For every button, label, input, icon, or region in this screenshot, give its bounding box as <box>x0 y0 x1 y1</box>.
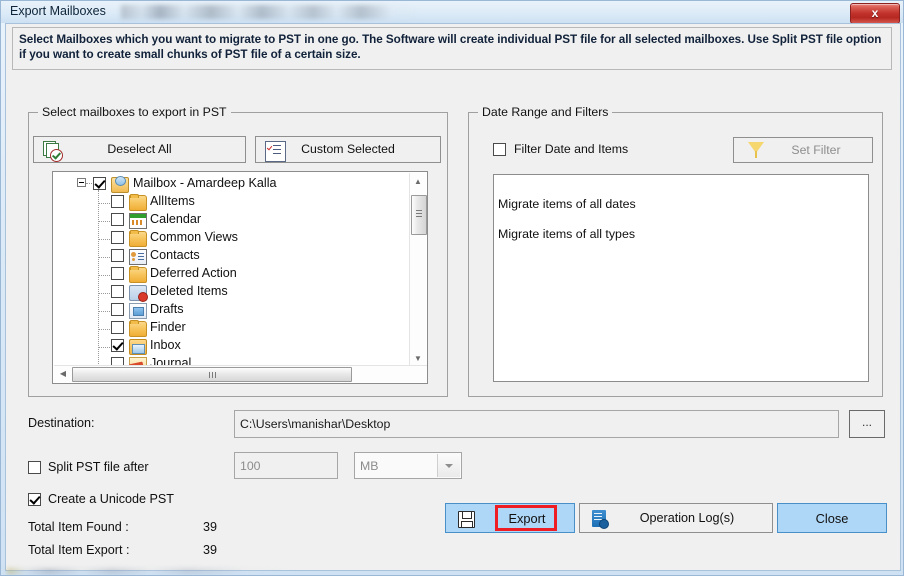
filter-date-and-items-checkbox[interactable] <box>493 143 506 156</box>
total-item-found-label: Total Item Found : <box>28 520 129 534</box>
close-window-button[interactable]: x <box>850 3 900 24</box>
tree-checkbox[interactable] <box>111 195 124 208</box>
deselect-all-button[interactable]: Deselect All <box>33 136 246 163</box>
instruction-text: Select Mailboxes which you want to migra… <box>19 33 882 61</box>
tree-row-label: Deleted Items <box>150 284 228 298</box>
mailbox-icon <box>111 176 129 193</box>
tree-row[interactable]: Common Views <box>53 229 413 247</box>
folder-icon <box>129 230 147 247</box>
export-label: Export <box>508 511 546 526</box>
filter-date-and-items-label: Filter Date and Items <box>514 142 629 156</box>
redacted-title-suffix <box>121 5 421 19</box>
folder-icon <box>129 194 147 211</box>
window-title: Export Mailboxes <box>10 4 106 18</box>
folder-icon <box>129 266 147 283</box>
select-mailboxes-group-title: Select mailboxes to export in PST <box>38 105 231 119</box>
scroll-down-icon[interactable]: ▼ <box>411 352 425 366</box>
tree-row-label: AllItems <box>150 194 195 208</box>
tree-checkbox[interactable] <box>111 231 124 244</box>
tree-vertical-scrollbar[interactable]: ▲ ▼ <box>409 173 427 368</box>
instruction-banner: Select Mailboxes which you want to migra… <box>12 27 892 70</box>
tree-vertical-scroll-thumb[interactable] <box>411 195 427 235</box>
tree-checkbox[interactable] <box>111 321 124 334</box>
scroll-up-icon[interactable]: ▲ <box>411 175 425 189</box>
deselect-all-label: Deselect All <box>107 142 172 156</box>
contacts-icon <box>129 249 147 265</box>
mailbox-tree[interactable]: Mailbox - Amardeep Kalla AllItems Calend… <box>52 171 428 384</box>
tree-row[interactable]: Calendar <box>53 211 413 229</box>
export-mailboxes-dialog: Export Mailboxes x Select Mailboxes whic… <box>0 0 904 576</box>
tree-row-label: Calendar <box>150 212 202 226</box>
split-pst-checkbox[interactable] <box>28 461 41 474</box>
destination-input[interactable]: C:\Users\manishar\Desktop <box>234 410 839 438</box>
tree-row-label: Mailbox - Amardeep Kalla <box>133 176 277 190</box>
split-pst-label: Split PST file after <box>48 460 149 474</box>
close-dialog-label: Close <box>815 511 849 526</box>
tree-row[interactable]: Inbox <box>53 337 413 355</box>
tree-row-label: Drafts <box>150 302 184 316</box>
tree-collapse-icon[interactable] <box>77 178 86 187</box>
browse-destination-button[interactable]: ... <box>849 410 885 438</box>
tree-row-label: Inbox <box>150 338 181 352</box>
split-unit-value: MB <box>360 459 379 473</box>
export-button[interactable]: Export <box>445 503 575 533</box>
mailbox-tree-rows: Mailbox - Amardeep Kalla AllItems Calend… <box>53 172 413 368</box>
filter-summary-panel: Migrate items of all dates Migrate items… <box>493 174 869 382</box>
tree-row[interactable]: Deferred Action <box>53 265 413 283</box>
tree-row-label: Common Views <box>150 230 238 244</box>
date-range-filters-group-title: Date Range and Filters <box>478 105 613 119</box>
close-dialog-button[interactable]: Close <box>777 503 887 533</box>
tree-checkbox[interactable] <box>111 249 124 262</box>
tree-checkbox[interactable] <box>111 285 124 298</box>
drafts-icon <box>129 303 147 319</box>
operation-logs-button[interactable]: Operation Log(s) <box>579 503 773 533</box>
operation-logs-label: Operation Log(s) <box>639 511 735 525</box>
tree-row[interactable]: AllItems <box>53 193 413 211</box>
set-filter-label: Set Filter <box>791 143 841 157</box>
custom-selected-button[interactable]: Custom Selected <box>255 136 441 163</box>
dialog-client-area: Select Mailboxes which you want to migra… <box>5 23 901 571</box>
tree-row[interactable]: Contacts <box>53 247 413 265</box>
total-item-found-value: 39 <box>203 520 218 534</box>
create-unicode-pst-label: Create a Unicode PST <box>48 492 174 506</box>
tree-checkbox[interactable] <box>111 339 124 352</box>
tree-row[interactable]: Mailbox - Amardeep Kalla <box>53 175 413 193</box>
tree-row[interactable]: Drafts <box>53 301 413 319</box>
deleted-items-icon <box>129 285 148 302</box>
tree-horizontal-scrollbar[interactable]: ◀ ▶ <box>54 365 427 382</box>
tree-checkbox[interactable] <box>111 267 124 280</box>
set-filter-button[interactable]: Set Filter <box>733 137 873 163</box>
tree-horizontal-scroll-thumb[interactable] <box>72 367 352 382</box>
split-unit-select[interactable]: MB <box>354 452 462 479</box>
filter-summary-line: Migrate items of all types <box>498 227 636 241</box>
tree-row-label: Contacts <box>150 248 200 262</box>
title-bar: Export Mailboxes x <box>1 1 903 24</box>
destination-label: Destination: <box>28 416 95 430</box>
tree-row-label: Deferred Action <box>150 266 237 280</box>
tree-checkbox[interactable] <box>111 303 124 316</box>
save-icon <box>458 511 475 528</box>
inbox-icon <box>129 339 147 355</box>
chevron-down-icon[interactable] <box>437 454 460 477</box>
split-size-input[interactable]: 100 <box>234 452 338 479</box>
tree-checkbox[interactable] <box>111 213 124 226</box>
total-item-export-label: Total Item Export : <box>28 543 130 557</box>
total-item-export-value: 39 <box>203 543 218 557</box>
tree-row[interactable]: Deleted Items <box>53 283 413 302</box>
tree-checkbox[interactable] <box>93 177 106 190</box>
calendar-icon <box>129 213 147 229</box>
tree-row[interactable]: Finder <box>53 319 413 337</box>
tree-row-label: Finder <box>150 320 186 334</box>
folder-icon <box>129 320 147 337</box>
filter-summary-line: Migrate items of all dates <box>498 197 636 211</box>
create-unicode-pst-checkbox[interactable] <box>28 493 41 506</box>
scroll-left-icon[interactable]: ◀ <box>56 367 70 381</box>
custom-selected-label: Custom Selected <box>301 142 395 156</box>
